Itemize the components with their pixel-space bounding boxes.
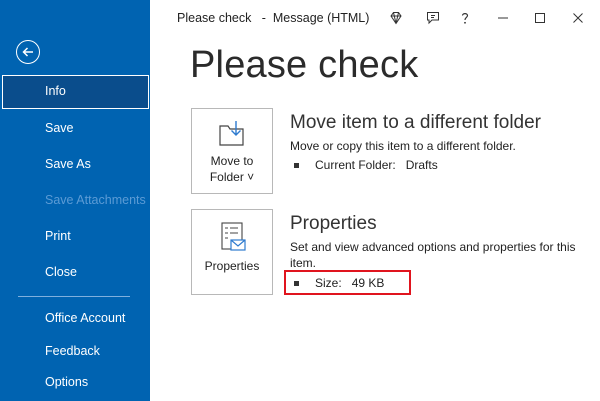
move-section-description: Move or copy this item to a different fo…: [290, 139, 516, 153]
backstage-sidebar: Info Save Save As Save Attachments Print…: [0, 0, 150, 401]
move-section-title: Move item to a different folder: [290, 112, 541, 133]
comment-icon[interactable]: [423, 8, 443, 28]
help-icon[interactable]: [455, 8, 475, 28]
properties-section-description: Set and view advanced options and proper…: [290, 239, 576, 271]
minimize-icon[interactable]: [493, 8, 513, 28]
move-folder-icon: [219, 121, 244, 146]
sidebar-item-save-attachments: Save Attachments: [45, 193, 146, 207]
sidebar-item-feedback[interactable]: Feedback: [0, 334, 150, 368]
sidebar-divider: [18, 296, 130, 297]
properties-section-title: Properties: [290, 213, 377, 234]
current-folder-label: Current Folder:: [315, 158, 396, 172]
properties-icon: [221, 222, 246, 251]
back-button[interactable]: [16, 40, 40, 64]
sidebar-item-close[interactable]: Close: [0, 255, 150, 289]
sidebar-item-save[interactable]: Save: [0, 111, 150, 145]
properties-button-label: Properties: [204, 259, 260, 273]
size-highlight-box: [284, 270, 411, 295]
current-folder-row: Current Folder: Drafts: [294, 158, 438, 172]
title-bar: Please check - Message (HTML): [150, 0, 600, 36]
window-title: Please check - Message (HTML): [177, 11, 370, 25]
sidebar-item-save-as[interactable]: Save As: [0, 147, 150, 181]
sidebar-item-office-account[interactable]: Office Account: [0, 301, 150, 335]
move-to-folder-label-line1: Move to: [210, 154, 254, 168]
diamond-icon[interactable]: [386, 8, 406, 28]
sidebar-item-print[interactable]: Print: [0, 219, 150, 253]
sidebar-item-info[interactable]: Info: [2, 75, 149, 109]
back-arrow-icon: [22, 47, 33, 57]
maximize-icon[interactable]: [530, 8, 550, 28]
sidebar-item-options[interactable]: Options: [0, 365, 150, 399]
properties-button[interactable]: Properties: [191, 209, 273, 295]
properties-description-line2: item.: [290, 256, 317, 270]
bullet-icon: [294, 162, 299, 168]
move-to-folder-label-line2: Folder ˅: [209, 170, 255, 184]
page-title: Please check: [190, 44, 419, 86]
current-folder-value: Drafts: [405, 158, 438, 172]
close-icon[interactable]: [568, 8, 588, 28]
move-to-folder-button[interactable]: Move to Folder ˅: [191, 108, 273, 194]
properties-description-line1: Set and view advanced options and proper…: [290, 240, 576, 254]
